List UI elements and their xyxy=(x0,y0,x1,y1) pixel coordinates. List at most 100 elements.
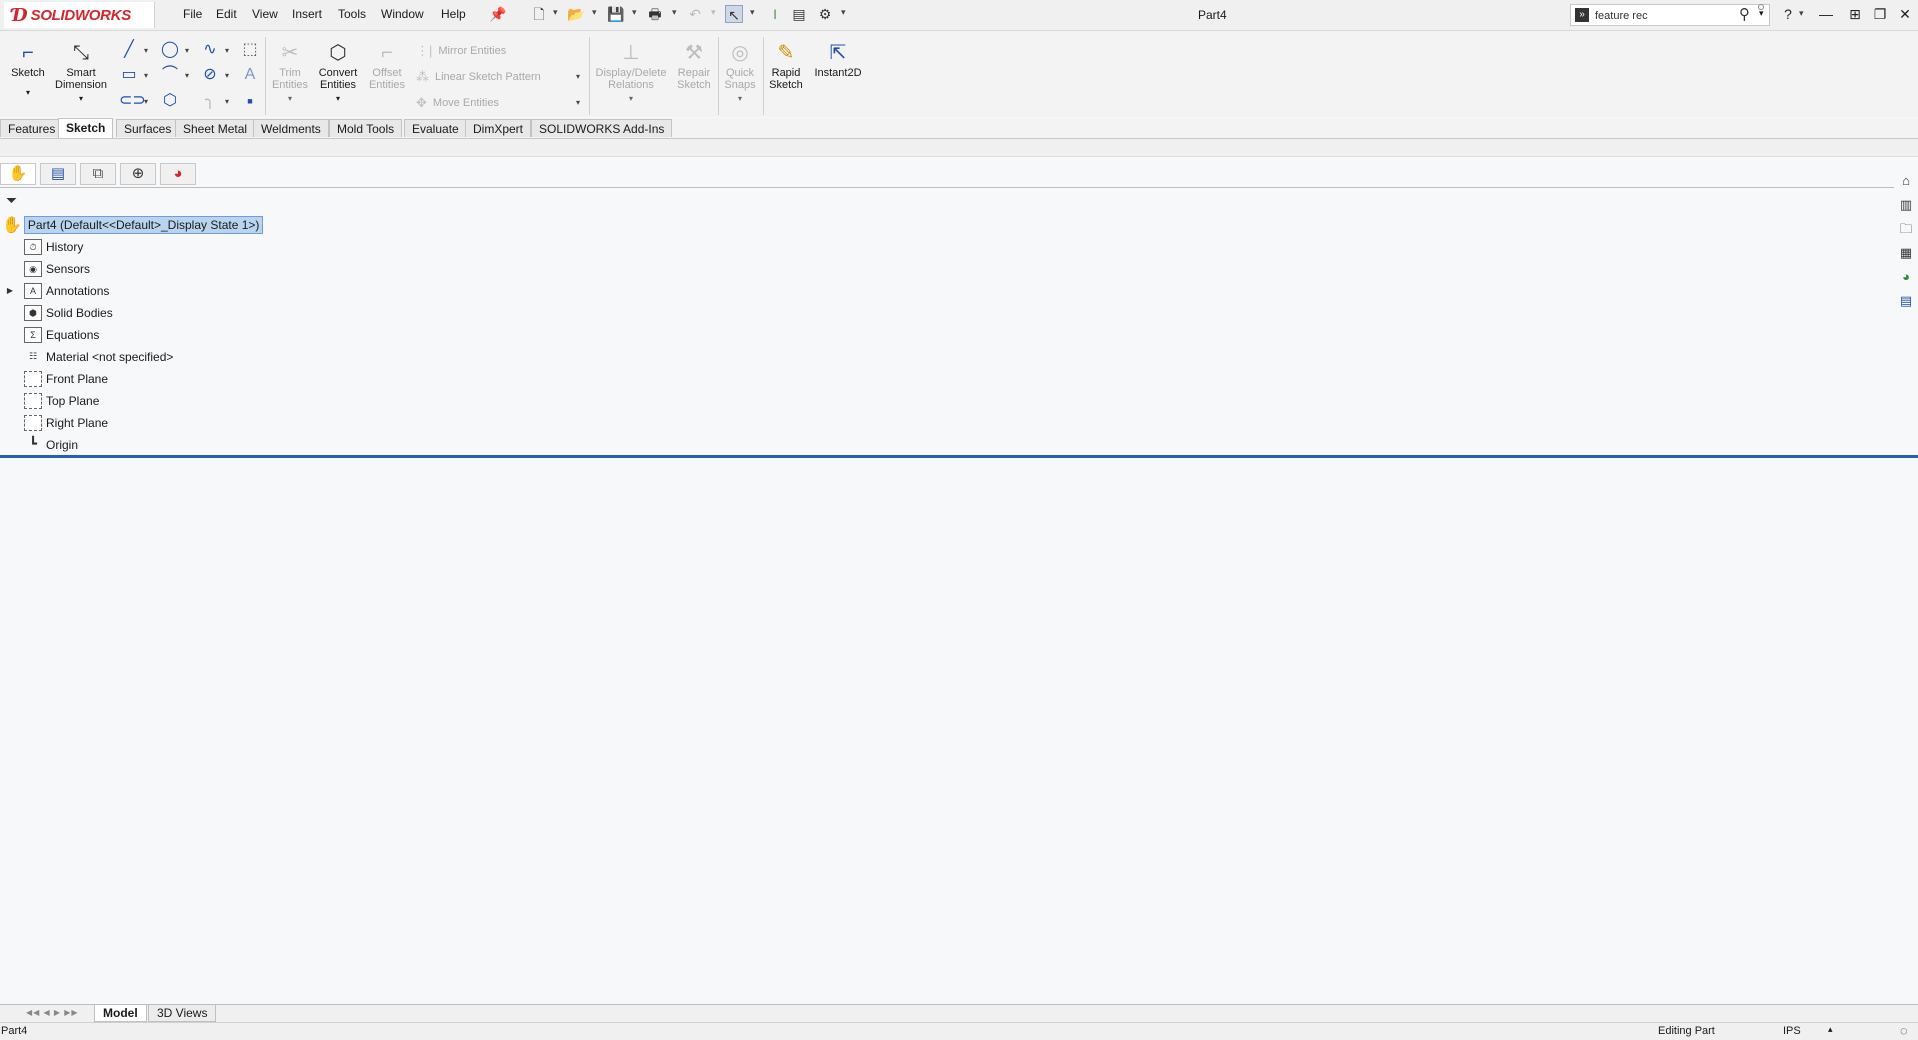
solidworks-logo[interactable]: Ɗ SOLIDWORKS xyxy=(4,2,155,28)
linear-sketch-pattern-button[interactable]: ⁂ Linear Sketch Pattern xyxy=(416,69,541,85)
tree-item-top-plane[interactable]: Top Plane xyxy=(24,390,99,412)
menu-file[interactable]: File xyxy=(183,7,202,21)
menu-help[interactable]: Help xyxy=(441,7,466,21)
options-dropdown-icon[interactable]: ▾ xyxy=(841,7,846,18)
expand-arrow-icon[interactable]: ▶ xyxy=(4,286,16,295)
pattern-dropdown-icon[interactable]: ▾ xyxy=(576,72,580,81)
sketch-button[interactable]: ⌐ Sketch ▾ xyxy=(8,42,48,99)
close-icon[interactable]: ✕ xyxy=(1895,6,1915,23)
expand-handle-icon[interactable] xyxy=(1758,4,1764,10)
solidworks-resources-icon[interactable]: ⌂ xyxy=(1896,171,1916,191)
view-palette-icon[interactable]: ▦ xyxy=(1896,243,1916,263)
undo-dropdown-icon[interactable]: ▾ xyxy=(711,7,716,18)
instant2d-button[interactable]: ⇱ Instant2D xyxy=(810,42,866,79)
new-dropdown-icon[interactable]: ▾ xyxy=(553,7,558,18)
tab-mold-tools[interactable]: Mold Tools xyxy=(329,119,403,137)
fillet-dropdown-icon[interactable]: ▾ xyxy=(225,97,229,106)
arc-dropdown-icon[interactable]: ▾ xyxy=(185,71,189,80)
tree-item-material[interactable]: ☷ Material <not specified> xyxy=(24,346,173,368)
move-entities-button[interactable]: ✥ Move Entities xyxy=(416,95,499,111)
rectangle-icon[interactable]: ▭ xyxy=(119,65,139,85)
fillet-icon[interactable]: ╮ xyxy=(200,91,220,111)
tab-evaluate[interactable]: Evaluate xyxy=(404,119,467,137)
rebuild-traffic-light-icon[interactable]: ⏽ xyxy=(766,5,784,23)
rapid-sketch-button[interactable]: ✎ Rapid Sketch xyxy=(766,42,806,91)
quick-snaps-dropdown-icon[interactable]: ▾ xyxy=(720,93,760,105)
tree-item-history[interactable]: ⏱ History xyxy=(24,236,83,258)
save-dropdown-icon[interactable]: ▾ xyxy=(632,7,637,18)
tab-sheet-metal[interactable]: Sheet Metal xyxy=(175,119,256,137)
tree-item-origin[interactable]: ┗ Origin xyxy=(24,434,78,456)
select-arrow-icon[interactable]: ↖ xyxy=(725,5,743,23)
tree-item-sensors[interactable]: ◉ Sensors xyxy=(24,258,90,280)
construction-geometry-icon[interactable]: ⬚ xyxy=(240,40,260,60)
slot-dropdown-icon[interactable]: ▾ xyxy=(144,97,148,106)
tree-item-front-plane[interactable]: Front Plane xyxy=(24,368,108,390)
search-scope-icon[interactable]: » xyxy=(1575,8,1589,22)
tree-item-right-plane[interactable]: Right Plane xyxy=(24,412,108,434)
select-dropdown-icon[interactable]: ▾ xyxy=(750,7,755,18)
displaymanager-tab-icon[interactable]: ◕ xyxy=(160,163,196,185)
trim-dropdown-icon[interactable]: ▾ xyxy=(270,93,310,105)
help-icon[interactable]: ? xyxy=(1778,6,1798,22)
rollback-bar[interactable] xyxy=(0,455,1918,458)
spline-dropdown-icon[interactable]: ▾ xyxy=(225,46,229,55)
text-icon[interactable]: A xyxy=(240,65,260,85)
menu-view[interactable]: View xyxy=(252,7,278,21)
repair-sketch-button[interactable]: ⚒ Repair Sketch xyxy=(674,42,714,91)
tab-model[interactable]: Model xyxy=(94,1005,147,1022)
tab-scroll-arrows-icon[interactable]: ◀◀ ◀ ▶ ▶▶ xyxy=(26,1008,79,1017)
menu-window[interactable]: Window xyxy=(381,7,424,21)
pin-menu-icon[interactable]: 📌 xyxy=(489,5,507,23)
search-icon[interactable]: ⚲ xyxy=(1739,7,1750,23)
offset-entities-button[interactable]: ⌐ Offset Entities xyxy=(366,42,408,91)
tile-windows-icon[interactable]: ⊞ xyxy=(1845,6,1865,23)
undo-icon[interactable]: ↶ xyxy=(686,5,704,23)
open-icon[interactable]: 📂 xyxy=(567,5,585,23)
open-dropdown-icon[interactable]: ▾ xyxy=(592,7,597,18)
tab-sketch[interactable]: Sketch xyxy=(58,118,114,138)
tab-3d-views[interactable]: 3D Views xyxy=(148,1005,217,1022)
print-dropdown-icon[interactable]: ▾ xyxy=(672,7,677,18)
tab-features[interactable]: Features xyxy=(0,119,64,137)
smart-dimension-dropdown-icon[interactable]: ▾ xyxy=(52,93,110,105)
appearances-icon[interactable]: ◕ xyxy=(1896,267,1916,287)
display-delete-relations-button[interactable]: ⊥ Display/Delete Relations ▾ xyxy=(592,42,670,105)
arc-icon[interactable]: ⌒ xyxy=(160,65,180,85)
tab-dimxpert[interactable]: DimXpert xyxy=(465,119,532,137)
filter-icon[interactable]: ⏷ xyxy=(6,192,17,209)
menu-tools[interactable]: Tools xyxy=(338,7,366,21)
convert-dropdown-icon[interactable]: ▾ xyxy=(314,93,362,105)
restore-icon[interactable]: ❐ xyxy=(1870,6,1890,23)
tree-root-part[interactable]: ✋ Part4 (Default<<Default>_Display State… xyxy=(0,215,264,235)
slot-icon[interactable]: ⊂⊃ xyxy=(119,91,146,111)
custom-properties-icon[interactable]: ▤ xyxy=(1896,291,1916,311)
configurationmanager-tab-icon[interactable]: ⧉ xyxy=(80,163,116,185)
tree-item-solid-bodies[interactable]: ⬢ Solid Bodies xyxy=(24,302,113,324)
sketch-dropdown-icon[interactable]: ▾ xyxy=(8,87,48,99)
units-dropdown-icon[interactable]: ▴ xyxy=(1828,1024,1833,1035)
dimxpertmanager-tab-icon[interactable]: ⊕ xyxy=(120,163,156,185)
menu-insert[interactable]: Insert xyxy=(292,7,322,21)
point-icon[interactable]: ■ xyxy=(240,91,260,111)
circle-icon[interactable]: ◯ xyxy=(160,40,180,60)
menu-edit[interactable]: Edit xyxy=(216,7,237,21)
save-icon[interactable]: 💾 xyxy=(607,5,625,23)
featuremanager-tab-icon[interactable]: ✋ xyxy=(0,163,36,185)
new-document-icon[interactable]: 🗋 xyxy=(530,5,548,23)
ellipse-icon[interactable]: ⊘ xyxy=(200,65,220,85)
polygon-icon[interactable]: ⬡ xyxy=(160,91,180,111)
search-input[interactable] xyxy=(1593,7,1737,25)
search-commands-box[interactable]: » ⚲ ▾ xyxy=(1570,4,1770,26)
propertymanager-tab-icon[interactable]: ▤ xyxy=(40,163,76,185)
file-explorer-icon[interactable]: 🗀 xyxy=(1896,219,1916,239)
tab-weldments[interactable]: Weldments xyxy=(253,119,329,137)
spline-icon[interactable]: ∿ xyxy=(200,40,220,60)
smart-dimension-button[interactable]: ⤡ Smart Dimension ▾ xyxy=(52,42,110,105)
ellipse-dropdown-icon[interactable]: ▾ xyxy=(225,71,229,80)
status-units[interactable]: IPS xyxy=(1783,1025,1801,1037)
rebuild-status-icon[interactable]: ◌ xyxy=(1900,1023,1908,1038)
design-library-icon[interactable]: ▥ xyxy=(1896,195,1916,215)
quick-snaps-button[interactable]: ◎ Quick Snaps ▾ xyxy=(720,42,760,105)
tab-solidworks-add-ins[interactable]: SOLIDWORKS Add-Ins xyxy=(531,119,673,137)
